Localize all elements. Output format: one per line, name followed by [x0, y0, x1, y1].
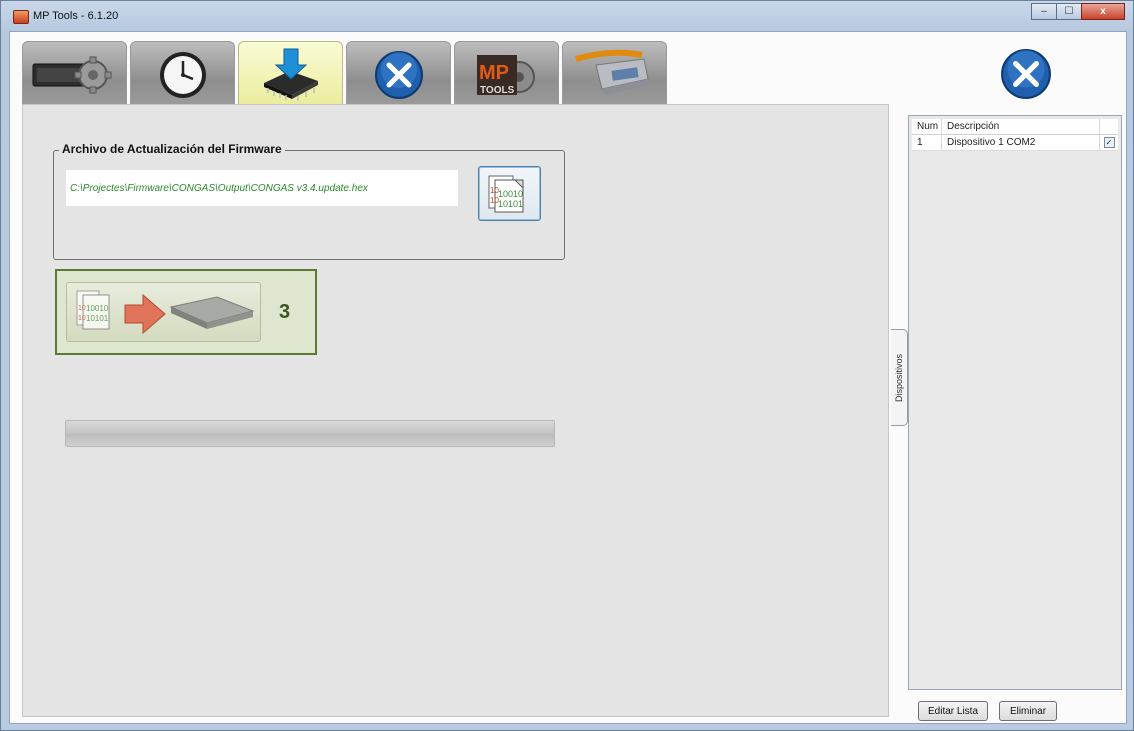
flash-to-chip-icon: 10 10 10010 10101 [76, 290, 255, 335]
devices-side-tab-label: Dispositivos [894, 353, 904, 402]
firmware-group-title: Archivo de Actualización del Firmware [59, 142, 285, 156]
firmware-file-group: Archivo de Actualización del Firmware 10… [53, 142, 565, 260]
serial-cable-icon [574, 49, 649, 95]
firmware-panel: Archivo de Actualización del Firmware 10… [22, 104, 889, 717]
app-window: MP Tools - 6.1.20 ‒ ☐ x MP TOOLS Archivo… [0, 0, 1134, 731]
svg-text:10101: 10101 [498, 199, 523, 209]
tab-serial[interactable] [562, 41, 667, 107]
tools-icon [374, 50, 423, 99]
minimize-button[interactable]: ‒ [1031, 3, 1057, 20]
svg-text:MP: MP [479, 62, 509, 84]
flash-progress-bar [65, 420, 555, 447]
client-area: MP TOOLS Archivo de Actualización del Fi… [9, 31, 1127, 724]
table-row[interactable]: 1 Dispositivo 1 COM2 ✓ [912, 135, 1118, 151]
window-controls: ‒ ☐ x [1031, 3, 1125, 20]
row-num: 1 [912, 135, 942, 150]
tab-tools[interactable] [346, 41, 451, 107]
device-gear-icon [32, 56, 111, 93]
flash-count-label: 3 [279, 301, 291, 323]
tab-clock[interactable] [130, 41, 235, 107]
close-button[interactable]: x [1081, 3, 1125, 20]
svg-text:10: 10 [78, 315, 86, 322]
window-title: MP Tools - 6.1.20 [33, 10, 119, 22]
svg-text:10101: 10101 [86, 314, 109, 323]
title-bar: MP Tools - 6.1.20 ‒ ☐ x [1, 1, 1133, 31]
clock-icon [159, 51, 206, 98]
edit-list-button[interactable]: Editar Lista [918, 701, 988, 721]
column-num[interactable]: Num [912, 119, 942, 134]
device-table-header: Num Descripción [912, 119, 1118, 135]
mp-tools-logo-icon: MP TOOLS [476, 54, 535, 96]
svg-text:10: 10 [78, 305, 86, 312]
flash-panel: 10 10 10010 10101 3 [55, 269, 317, 355]
device-checkbox[interactable]: ✓ [1103, 137, 1115, 148]
tab-mp-tools[interactable]: MP TOOLS [454, 41, 559, 107]
tab-config[interactable] [22, 41, 127, 107]
browse-file-button[interactable]: 10 10 10010 10101 [478, 166, 541, 221]
firmware-path-input[interactable] [66, 170, 458, 206]
row-description: Dispositivo 1 COM2 [942, 135, 1100, 150]
delete-button[interactable]: Eliminar [999, 701, 1057, 721]
tab-firmware[interactable] [238, 41, 343, 108]
column-description[interactable]: Descripción [942, 119, 1100, 134]
devices-side-tab[interactable]: Dispositivos [891, 329, 908, 426]
flash-firmware-button[interactable]: 10 10 10010 10101 [66, 282, 261, 342]
app-icon [13, 10, 29, 24]
device-table: Num Descripción 1 Dispositivo 1 COM2 ✓ [908, 115, 1122, 690]
maximize-button[interactable]: ☐ [1056, 3, 1082, 20]
binary-file-icon: 10 10 10010 10101 [488, 175, 524, 213]
svg-text:10010: 10010 [86, 304, 109, 313]
svg-text:TOOLS: TOOLS [480, 85, 515, 96]
svg-text:10010: 10010 [498, 189, 523, 199]
chip-download-icon [263, 48, 318, 101]
tools-header-icon [1001, 49, 1051, 99]
